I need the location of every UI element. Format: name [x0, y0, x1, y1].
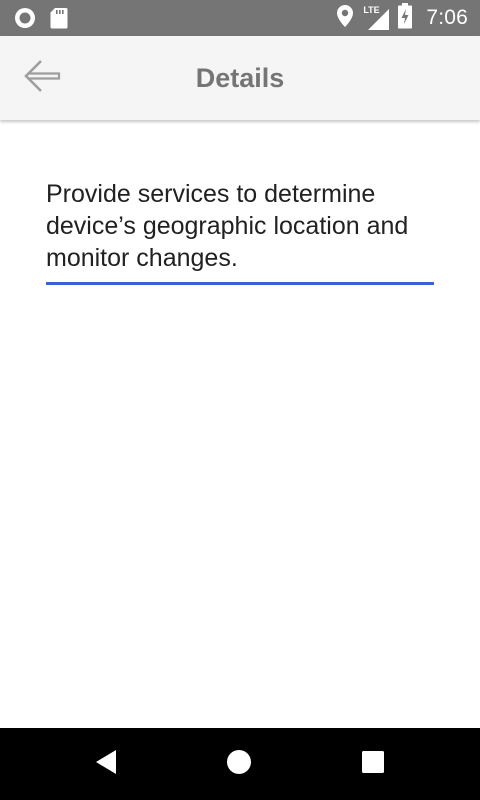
- sync-circle-icon: [14, 7, 36, 34]
- battery-charging-icon: [398, 2, 413, 34]
- details-text-field[interactable]: Provide services to determine device’s g…: [46, 176, 434, 285]
- status-right-icons: LTE 7:06: [336, 0, 468, 36]
- nav-back-button[interactable]: [84, 742, 128, 786]
- lte-signal-icon: LTE: [362, 5, 390, 31]
- nav-home-button[interactable]: [217, 742, 261, 786]
- nav-recents-button[interactable]: [351, 742, 395, 786]
- sd-card-icon: [50, 7, 68, 34]
- recents-square-icon: [361, 750, 385, 779]
- status-clock: 7:06: [426, 6, 468, 29]
- page-title: Details: [195, 63, 285, 93]
- back-button[interactable]: [20, 56, 64, 100]
- navigation-bar: [0, 728, 480, 800]
- back-arrow-icon: [22, 58, 62, 99]
- back-triangle-icon: [94, 749, 118, 780]
- home-circle-icon: [226, 749, 252, 780]
- app-bar: Details: [0, 36, 480, 120]
- location-pin-icon: [336, 4, 354, 33]
- status-bar: LTE 7:06: [0, 0, 480, 36]
- details-content: Provide services to determine device’s g…: [46, 176, 434, 285]
- status-left-icons: [14, 7, 68, 34]
